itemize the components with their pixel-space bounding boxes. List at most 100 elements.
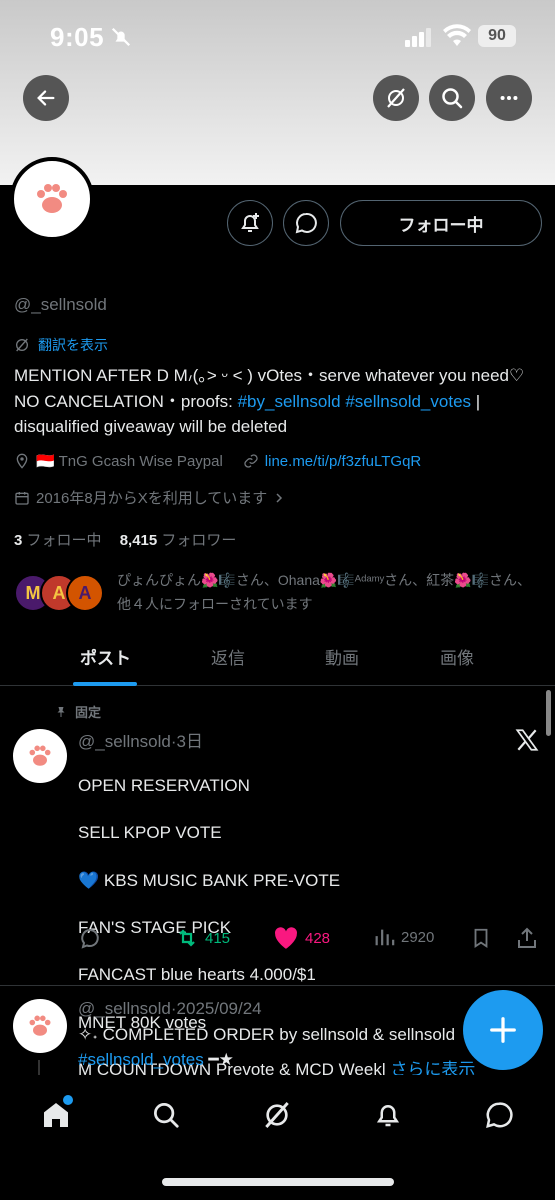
mutual-followers-text: ぴょんぴょん🌺🎼さん、Ohana🌺🎼ᴬᵈᵃᵐʸさん、紅茶🌺🎼さん、他４人にフォロ… [117,572,531,612]
mutual-followers[interactable]: M A A ぴょんぴょん🌺🎼さん、Ohana🌺🎼ᴬᵈᵃᵐʸさん、紅茶🌺🎼さん、他… [14,568,544,618]
post-divider [0,985,555,986]
profile-avatar[interactable] [10,157,94,241]
bio-hashtag-proofs[interactable]: #by_sellnsold [238,392,341,411]
cellular-signal-icon [405,28,431,47]
notify-button[interactable] [227,200,273,246]
tab-posts[interactable]: ポスト [80,644,131,669]
status-time: 9:05 [50,22,105,52]
nav-grok[interactable] [257,1095,297,1135]
location-icon [16,453,28,469]
post-line: 💙 KBS MUSIC BANK PRE-VOTE [78,870,341,890]
search-button[interactable] [429,75,475,121]
message-icon [486,1102,513,1129]
tab-images[interactable]: 画像 [440,644,474,669]
home-indicator [162,1178,394,1186]
tab-videos[interactable]: 動画 [325,644,359,669]
nav-home[interactable] [36,1095,76,1135]
joined-date[interactable]: 2016年8月からXを利用しています [14,487,285,508]
plus-icon [490,1017,516,1043]
post-line: ✧˖ COMPLETED ORDER by sellnsold & sellns… [78,1025,456,1044]
paw-avatar-icon [29,1015,51,1036]
unread-dot [63,1095,73,1105]
post-line: #sellnsold_votes ━★ [78,1047,478,1072]
following-button[interactable]: フォロー中 [340,200,542,246]
translate-icon [16,338,28,352]
bell-plus-icon [241,213,259,232]
post-header: @_sellnsold·2025/09/24 [78,999,262,1018]
pinned-label: 固定 [55,702,101,721]
post-author[interactable]: @_sellnsold [78,999,171,1018]
more-icon [500,95,518,101]
like-button[interactable]: 428 [273,926,330,950]
search-icon [442,88,463,109]
bookmark-icon [474,928,488,948]
post-time[interactable]: 2025/09/24 [177,999,262,1018]
wifi-icon [443,24,471,46]
views-count: 2920 [401,928,435,946]
calendar-icon [15,491,29,505]
link-icon [244,454,258,468]
translate-link[interactable]: 翻訳を表示 [14,335,108,355]
post-hashtag[interactable]: #sellnsold_votes [78,1050,204,1069]
reply-button[interactable] [78,926,102,950]
follow-counts: 3 フォロー中 8,415 フォロワー [14,529,236,550]
post-body[interactable]: ✧˖ COMPLETED ORDER by sellnsold & sellns… [78,1022,478,1072]
scrollbar[interactable] [546,690,551,736]
message-button[interactable] [283,200,329,246]
following-count: 3 [14,532,23,549]
post-avatar[interactable] [13,999,67,1053]
tab-replies[interactable]: 返信 [211,644,245,669]
post-header: @_sellnsold·3日 [78,732,204,751]
profile-meta: 🇮🇩 TnG Gcash Wise Paypal line.me/ti/p/f3… [14,452,421,470]
status-bar: 9:05 90 [0,0,555,70]
compose-post-button[interactable] [463,990,543,1070]
post-author[interactable]: @_sellnsold [78,732,171,751]
nav-search[interactable] [146,1095,186,1135]
battery-indicator: 90 [478,25,516,47]
share-button[interactable] [515,926,539,950]
views-button[interactable]: 2920 [373,926,434,948]
heart-icon [275,927,298,949]
back-button[interactable] [23,75,69,121]
views-icon [375,929,395,946]
bio-hashtag-votes[interactable]: #sellnsold_votes [345,392,471,411]
profile-handle: @_sellnsold [14,295,107,314]
grok-icon [387,88,405,108]
paw-avatar-icon [29,745,51,766]
grok-icon [265,1102,289,1128]
joined-text: 2016年8月からXを利用しています [36,490,268,507]
website-link[interactable]: line.me/ti/p/f3zfuLTGqR [265,453,421,470]
reply-icon [81,928,99,949]
post-avatar[interactable] [13,729,67,783]
post-line: SELL KPOP VOTE [78,823,222,843]
followers-count: 8,415 [119,532,158,549]
paw-avatar-icon [37,184,67,213]
silent-mode-icon [111,27,131,47]
following-stat[interactable]: 3 フォロー中 [14,532,102,549]
following-label: フォロー中 [26,532,102,549]
grok-button[interactable] [373,75,419,121]
post-line: OPEN RESERVATION [78,775,250,795]
followers-label: フォロワー [161,532,237,549]
repost-icon [179,929,195,947]
repost-count: 415 [205,929,231,947]
active-tab-indicator [73,682,137,686]
bell-icon [376,1105,400,1127]
profile-tabs: ポスト 返信 動画 画像 [0,632,555,686]
back-arrow-icon [37,90,55,106]
nav-notifications[interactable] [368,1095,408,1135]
nav-messages[interactable] [479,1095,519,1135]
followers-stat[interactable]: 8,415 フォロワー [120,532,237,549]
pinned-text: 固定 [75,705,102,720]
mutual-avatar: A [66,574,104,612]
bookmark-button[interactable] [470,926,492,950]
like-count: 428 [305,929,331,947]
search-icon [154,1103,179,1128]
post-time[interactable]: 3日 [177,732,203,751]
more-button[interactable] [486,75,532,121]
profile-bio: MENTION AFTER D M៸(｡˃ ᵕ ˂ ) vOtes・serve … [14,363,544,440]
chevron-right-icon [276,492,283,503]
location-text: 🇮🇩 TnG Gcash Wise Paypal [36,453,223,470]
message-icon [295,212,317,234]
repost-button[interactable]: 415 [175,926,230,950]
